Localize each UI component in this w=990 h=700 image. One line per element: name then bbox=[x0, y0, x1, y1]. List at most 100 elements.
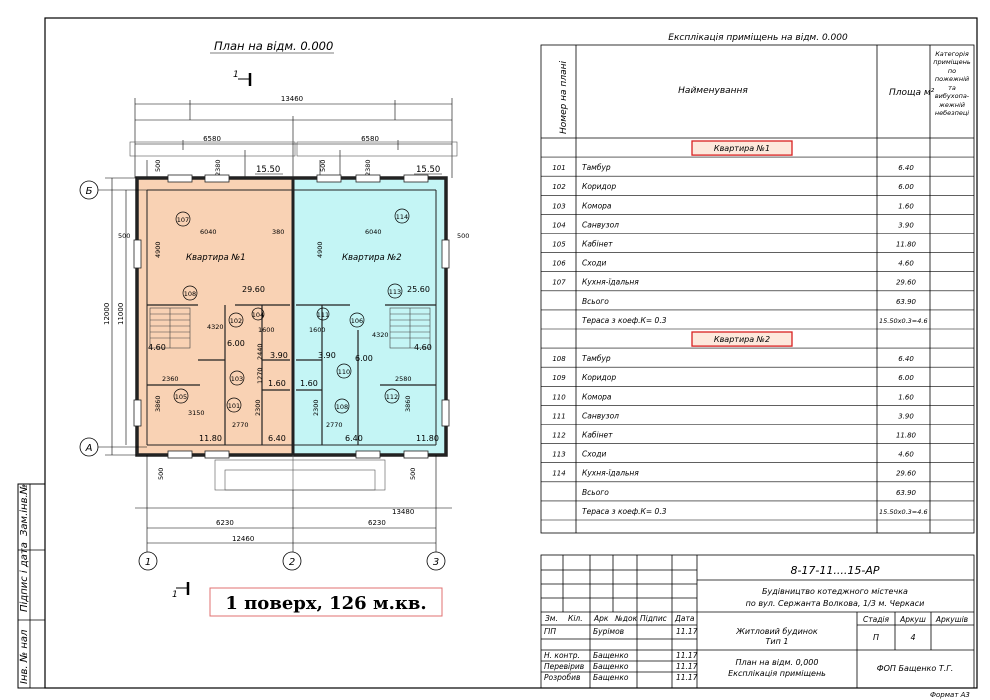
row-area: 15.50х0.3=4.6 bbox=[879, 508, 928, 516]
dim-4320-b: 4320 bbox=[372, 331, 389, 339]
col-area-header: Площа м² bbox=[889, 88, 935, 98]
dim-left-outer: 12000 bbox=[103, 303, 111, 325]
svg-text:101: 101 bbox=[228, 402, 240, 410]
dim-500-a: 500 bbox=[154, 160, 162, 172]
date-ncontrol: 11.17 bbox=[676, 651, 698, 660]
svg-text:105: 105 bbox=[175, 393, 187, 401]
row-name: Санвузол bbox=[582, 220, 619, 229]
role-ncontrol: Н. контр. bbox=[544, 651, 580, 660]
area-110: 1.60 bbox=[300, 379, 318, 388]
hdr-change: Зм. bbox=[545, 614, 558, 623]
row-number: 110 bbox=[552, 393, 566, 401]
dim-2380-a: 2380 bbox=[214, 159, 222, 176]
svg-text:107: 107 bbox=[177, 216, 189, 224]
row-name: Комора bbox=[582, 201, 612, 210]
row-name: Кабінет bbox=[582, 431, 613, 440]
format-label: Формат А3 bbox=[930, 691, 970, 699]
svg-text:Б: Б bbox=[86, 186, 93, 197]
stage-value: П bbox=[873, 633, 879, 642]
dim-2300-b: 2300 bbox=[312, 399, 320, 416]
dim-500-c: 500 bbox=[118, 232, 130, 240]
svg-text:3: 3 bbox=[433, 557, 439, 568]
svg-text:114: 114 bbox=[396, 213, 408, 221]
plan-title: План на відм. 0.000 bbox=[214, 39, 333, 53]
row-number: 103 bbox=[552, 202, 565, 210]
row-area: 6.00 bbox=[898, 374, 914, 382]
row-name: Всього bbox=[582, 297, 609, 306]
row-area: 1.60 bbox=[898, 202, 914, 210]
row-number: 101 bbox=[552, 164, 565, 172]
svg-text:108: 108 bbox=[336, 403, 348, 411]
row-area: 63.90 bbox=[896, 489, 917, 497]
row-area: 3.90 bbox=[898, 221, 914, 229]
dim-top-total: 13460 bbox=[281, 95, 303, 103]
role-checked: Перевірив bbox=[544, 662, 584, 671]
row-name: Тамбур bbox=[582, 354, 611, 363]
dim-4900-b: 4900 bbox=[316, 241, 324, 258]
plan-apartment-2-label: Квартира №2 bbox=[342, 253, 402, 263]
row-number: 112 bbox=[552, 432, 566, 440]
sheet-value: 4 bbox=[910, 633, 915, 642]
dim-500-f: 500 bbox=[409, 468, 417, 480]
row-name: Кабінет bbox=[582, 240, 613, 249]
area-101b: 6.40 bbox=[345, 434, 363, 443]
hdr-count: Кіл. bbox=[568, 614, 583, 623]
section-apartment-1: Квартира №1 bbox=[714, 144, 770, 153]
dim-bottom-right: 6230 bbox=[368, 519, 386, 527]
row-number: 109 bbox=[552, 374, 566, 382]
row-area: 6.40 bbox=[898, 164, 914, 172]
section-mark-bottom: 1 bbox=[172, 582, 190, 600]
drawing-sheet: Зам.інв.№ Підпис і дата Інв. № нал План … bbox=[0, 0, 990, 700]
hdr-date: Дата bbox=[674, 614, 695, 623]
svg-text:1: 1 bbox=[172, 590, 178, 600]
area-103: 1.60 bbox=[268, 379, 286, 388]
row-number: 107 bbox=[552, 279, 566, 287]
row-area: 3.90 bbox=[898, 412, 914, 420]
dim-left-inner: 11000 bbox=[117, 303, 125, 325]
row-number: 108 bbox=[552, 355, 566, 363]
caption-text: 1 поверх, 126 м.кв. bbox=[225, 593, 426, 614]
explication-title: Експлікація приміщень на відм. 0.000 bbox=[668, 33, 848, 43]
doc-code: 8-17-11....15-АР bbox=[790, 564, 879, 577]
area-105: 4.60 bbox=[148, 343, 166, 352]
apartment-1-area bbox=[137, 178, 293, 455]
dim-2770-b: 2770 bbox=[326, 421, 343, 429]
svg-text:113: 113 bbox=[389, 288, 401, 296]
hdr-docno: №док bbox=[614, 614, 638, 623]
sheets-header: Аркушів bbox=[935, 615, 968, 624]
row-name: Санвузол bbox=[582, 411, 619, 420]
role-developed: Розробив bbox=[544, 673, 580, 682]
dim-2360: 2360 bbox=[162, 375, 179, 383]
dim-4900-a: 4900 bbox=[154, 241, 162, 258]
dim-500-e: 500 bbox=[157, 468, 165, 480]
dim-500-b: 500 bbox=[319, 160, 327, 172]
area-107: 29.60 bbox=[242, 285, 265, 294]
row-number: 105 bbox=[552, 241, 566, 249]
dim-2440: 2440 bbox=[256, 343, 264, 360]
dim-bottom-total-1: 13480 bbox=[392, 508, 414, 516]
date-gip: 11.17 bbox=[676, 627, 698, 636]
row-name: Кухня-їдальня bbox=[582, 469, 639, 478]
section-mark-top: 1 bbox=[233, 70, 252, 86]
area-111: 3.90 bbox=[318, 351, 336, 360]
sheet-header: Аркуш bbox=[899, 615, 926, 624]
row-area: 11.80 bbox=[896, 432, 917, 440]
side-label-replace: Зам.інв.№ bbox=[18, 484, 30, 536]
dim-1270: 1270 bbox=[256, 367, 264, 384]
area-102: 6.00 bbox=[227, 339, 245, 348]
svg-text:104: 104 bbox=[252, 311, 264, 319]
area-106: 6.00 bbox=[355, 354, 373, 363]
dim-500-d: 500 bbox=[457, 232, 469, 240]
project-address: по вул. Сержанта Волкова, 1/3 м. Черкаси bbox=[746, 599, 925, 608]
row-number: 104 bbox=[552, 221, 565, 229]
row-name: Тераса з коеф.К= 0.3 bbox=[582, 316, 667, 325]
terrace-area-left: 15.50 bbox=[256, 165, 280, 175]
row-name: Всього bbox=[582, 488, 609, 497]
dim-380: 380 bbox=[272, 228, 284, 236]
row-name: Сходи bbox=[582, 259, 606, 268]
caption-box: 1 поверх, 126 м.кв. bbox=[209, 587, 443, 617]
date-checked: 11.17 bbox=[676, 662, 698, 671]
svg-text:2: 2 bbox=[289, 557, 295, 568]
row-area: 6.00 bbox=[898, 183, 914, 191]
dim-1600-a: 1600 bbox=[258, 326, 275, 334]
